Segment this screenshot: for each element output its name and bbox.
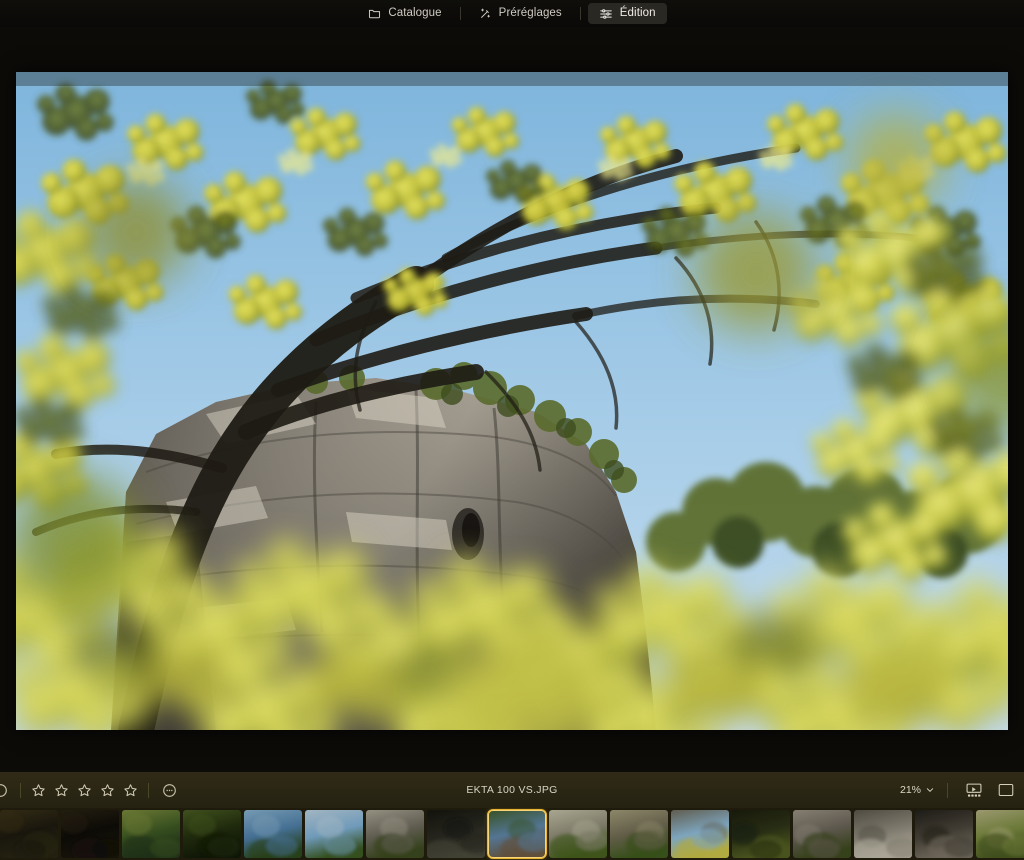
thumbnail-image xyxy=(366,810,424,858)
toolbar-divider-zoom xyxy=(947,782,948,798)
thumbnail-image xyxy=(976,810,1024,858)
image-canvas[interactable] xyxy=(0,27,1024,772)
thumbnail-image xyxy=(854,810,912,858)
toolbar-right-group: 21% xyxy=(897,772,1024,808)
thumbnail-image xyxy=(0,810,58,858)
filmstrip-thumbnail[interactable] xyxy=(0,810,58,858)
star-outline-icon[interactable] xyxy=(54,783,69,798)
toolbar-left-group xyxy=(0,772,179,808)
star-outline-icon[interactable] xyxy=(77,783,92,798)
chevron-down-icon xyxy=(926,786,934,794)
current-image-filename: EKTA 100 VS.JPG xyxy=(466,784,558,796)
filmstrip-thumbnail[interactable] xyxy=(487,809,547,859)
mode-tab-presets[interactable]: Préréglages xyxy=(468,3,573,24)
filmstrip-thumbnail[interactable] xyxy=(366,810,424,858)
filmstrip-thumbnail[interactable] xyxy=(915,810,973,858)
mode-tab-catalogue-label: Catalogue xyxy=(388,6,442,19)
filmstrip[interactable] xyxy=(0,808,1024,860)
zoom-level-control[interactable]: 21% xyxy=(897,782,937,798)
filmstrip-thumbnail[interactable] xyxy=(122,810,180,858)
star-outline-icon[interactable] xyxy=(31,783,46,798)
filmstrip-thumbnail[interactable] xyxy=(610,810,668,858)
star-outline-icon[interactable] xyxy=(123,783,138,798)
filmstrip-thumbnail[interactable] xyxy=(427,810,485,858)
toolbar-divider-right xyxy=(148,782,149,798)
image-toolbar: EKTA 100 VS.JPG 21% xyxy=(0,772,1024,808)
thumbnail-image xyxy=(732,810,790,858)
thumbnail-image xyxy=(427,810,485,858)
thumbnail-image xyxy=(549,810,607,858)
filmstrip-thumbnail[interactable] xyxy=(244,810,302,858)
filmstrip-thumbnail[interactable] xyxy=(549,810,607,858)
filmstrip-thumbnail[interactable] xyxy=(793,810,851,858)
thumbnail-image xyxy=(122,810,180,858)
star-rating[interactable] xyxy=(31,783,138,798)
thumbnail-image xyxy=(244,810,302,858)
circle-ellipsis-icon[interactable] xyxy=(159,780,179,800)
main-photo-render xyxy=(16,72,1008,730)
star-outline-icon[interactable] xyxy=(100,783,115,798)
toolbar-divider-left xyxy=(20,782,21,798)
filmstrip-thumbnail[interactable] xyxy=(976,810,1024,858)
filmstrip-thumbnail[interactable] xyxy=(854,810,912,858)
thumbnail-image xyxy=(488,810,546,858)
toolbar-divider-2 xyxy=(579,7,581,20)
folder-icon xyxy=(368,7,381,20)
circle-icon[interactable] xyxy=(0,780,10,800)
sparkle-wand-icon xyxy=(479,7,492,20)
mode-group: Catalogue Préréglages Édition xyxy=(357,3,667,24)
thumbnail-image xyxy=(305,810,363,858)
mode-tab-presets-label: Préréglages xyxy=(498,6,562,19)
thumbnail-image xyxy=(61,810,119,858)
mode-tab-edition-label: Édition xyxy=(619,6,656,19)
filmstrip-thumbnail[interactable] xyxy=(305,810,363,858)
filmstrip-view-icon[interactable] xyxy=(961,779,987,801)
thumbnail-image xyxy=(915,810,973,858)
filmstrip-thumbnail[interactable] xyxy=(183,810,241,858)
grid-view-icon[interactable] xyxy=(993,779,1019,801)
thumbnail-image xyxy=(671,810,729,858)
mode-toolbar: Catalogue Préréglages Édition xyxy=(0,0,1024,27)
filmstrip-thumbnail[interactable] xyxy=(732,810,790,858)
filmstrip-thumbnail[interactable] xyxy=(671,810,729,858)
toolbar-divider-1 xyxy=(459,7,461,20)
filmstrip-thumbnail[interactable] xyxy=(61,810,119,858)
mode-tab-edition[interactable]: Édition xyxy=(587,3,667,24)
thumbnail-image xyxy=(183,810,241,858)
mode-tab-catalogue[interactable]: Catalogue xyxy=(357,3,452,24)
photo-editor-window: Catalogue Préréglages Édition EKTA 100 V… xyxy=(0,0,1024,860)
thumbnail-image xyxy=(610,810,668,858)
thumbnail-image xyxy=(793,810,851,858)
main-photo[interactable] xyxy=(16,72,1008,730)
sliders-icon xyxy=(599,7,613,21)
zoom-level-value: 21% xyxy=(899,784,921,796)
